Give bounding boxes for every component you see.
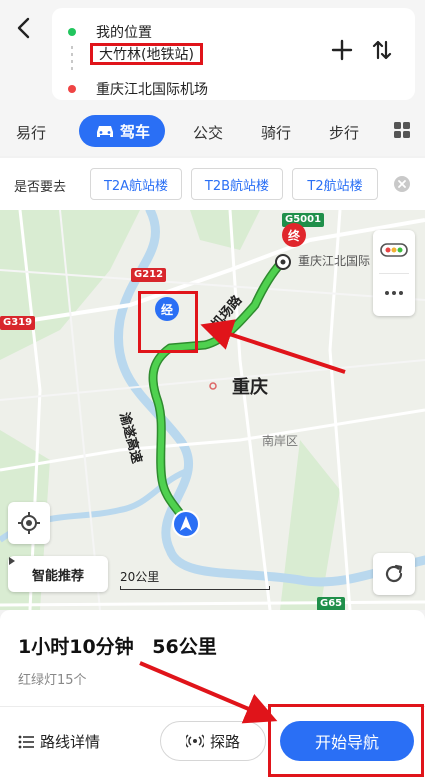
scale-bar	[120, 586, 270, 590]
travel-mode-tabs: 易行 驾车 公交 骑行 步行	[0, 108, 425, 156]
route-map[interactable]: 重庆江北国际 南岸区 重庆 机场路 渝遂高速 G212 G319 G5001 G…	[0, 210, 425, 610]
map-district-label: 南岸区	[262, 434, 299, 448]
broadcast-icon	[185, 734, 204, 748]
destination-dot-icon	[68, 85, 76, 93]
map-canvas	[0, 210, 425, 610]
start-navigation-button[interactable]: 开始导航	[280, 721, 414, 761]
more-options-icon[interactable]	[384, 288, 404, 298]
tab-transit[interactable]: 公交	[193, 122, 223, 143]
tab-easy[interactable]: 易行	[16, 122, 46, 143]
suggestion-chip-t2b[interactable]: T2B航站楼	[191, 168, 283, 200]
add-stop-icon[interactable]	[330, 38, 354, 62]
traffic-lights-count: 红绿灯15个	[18, 673, 87, 688]
map-tools-panel	[373, 230, 415, 316]
triangle-right-icon	[9, 557, 15, 565]
locate-button[interactable]	[8, 502, 50, 544]
route-distance: 56公里	[152, 636, 217, 658]
route-duration: 1小时10分钟	[18, 636, 134, 658]
list-icon	[18, 735, 34, 748]
explore-road-button[interactable]: 探路	[160, 721, 266, 761]
shield-g65: G65	[317, 597, 346, 610]
origin-field[interactable]: 我的位置	[96, 21, 152, 43]
close-suggestion-icon[interactable]	[393, 175, 411, 193]
route-card: 我的位置 大竹林(地铁站) 重庆江北国际机场	[52, 8, 415, 100]
suggestion-chip-t2[interactable]: T2航站楼	[292, 168, 378, 200]
via-pin[interactable]: 经	[155, 297, 179, 321]
origin-dot-icon	[68, 28, 76, 36]
car-icon	[96, 126, 113, 137]
tab-drive[interactable]: 驾车	[79, 115, 165, 147]
destination-field[interactable]: 重庆江北国际机场	[96, 78, 208, 100]
suggestion-chip-t2a[interactable]: T2A航站楼	[90, 168, 182, 200]
via-field[interactable]: 大竹林(地铁站)	[90, 43, 203, 65]
shield-g212: G212	[131, 268, 167, 282]
smart-recommend-label: 智能推荐	[31, 568, 84, 584]
shield-g319: G319	[0, 316, 36, 330]
route-dotted-line	[71, 46, 73, 72]
route-details-button[interactable]: 路线详情	[18, 731, 100, 752]
smart-recommend-button[interactable]: 智能推荐	[8, 556, 108, 592]
map-dest-label: 重庆江北国际	[298, 254, 371, 268]
tab-walk[interactable]: 步行	[329, 122, 359, 143]
swap-route-icon[interactable]	[370, 38, 394, 62]
scale-label: 20公里	[120, 570, 160, 584]
destination-suggestion-bar: 是否要去 T2A航站楼 T2B航站楼 T2航站楼	[0, 158, 425, 210]
suggestion-label: 是否要去	[14, 180, 67, 195]
traffic-light-icon[interactable]	[380, 242, 408, 258]
more-modes-grid-icon[interactable]	[393, 121, 411, 139]
route-header: 我的位置 大竹林(地铁站) 重庆江北国际机场	[0, 0, 425, 108]
tab-drive-label: 驾车	[119, 122, 150, 141]
back-arrow-icon[interactable]	[10, 14, 38, 42]
current-location-arrow-icon	[172, 510, 200, 538]
route-details-label: 路线详情	[40, 733, 101, 751]
map-city-label: 重庆	[232, 377, 268, 398]
tab-bike[interactable]: 骑行	[261, 122, 291, 143]
refresh-route-button[interactable]	[373, 553, 415, 595]
refresh-icon	[385, 564, 403, 583]
explore-road-label: 探路	[209, 732, 240, 751]
route-summary-sheet: 1小时10分钟 56公里 红绿灯15个 路线详情 探路 开始导航	[0, 610, 425, 777]
destination-pin[interactable]: 终	[282, 223, 306, 247]
crosshair-icon	[18, 512, 40, 534]
route-eta: 1小时10分钟 56公里	[18, 632, 217, 659]
